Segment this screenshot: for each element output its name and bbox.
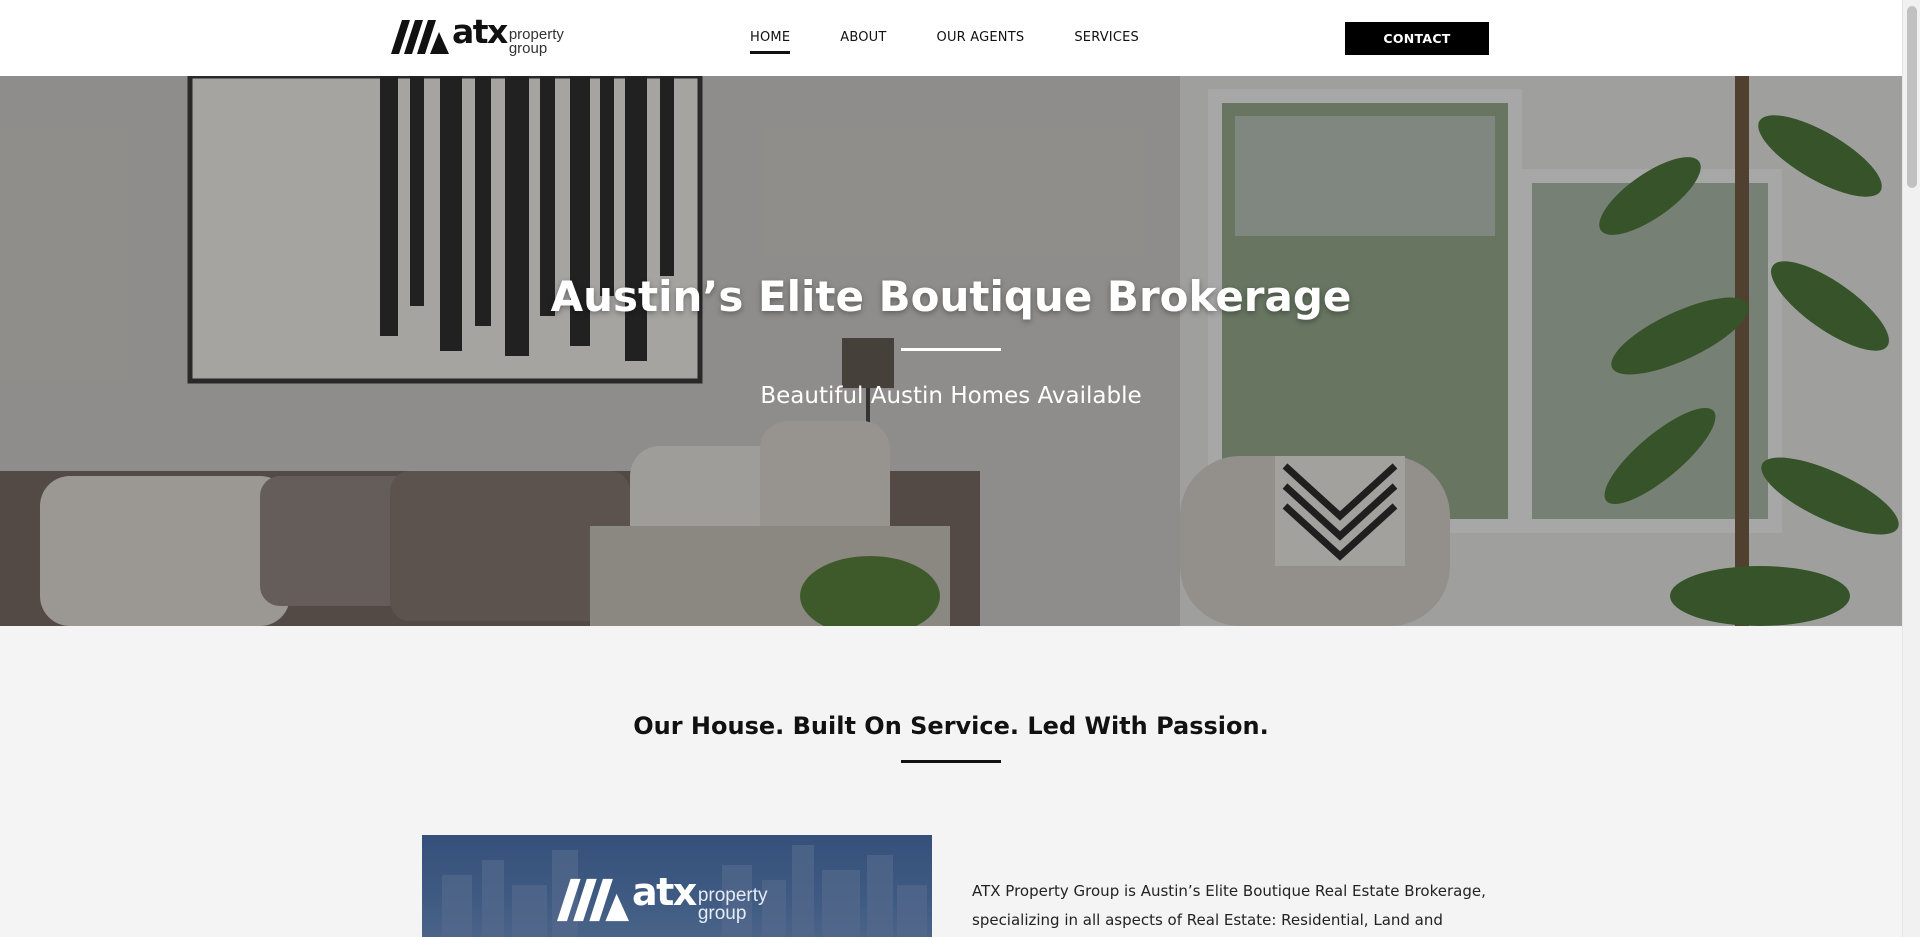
contact-button[interactable]: CONTACT: [1345, 22, 1489, 55]
image-logo-atx-text: atx: [632, 870, 697, 914]
site-logo[interactable]: atx property group: [391, 11, 564, 57]
hero-subtitle: Beautiful Austin Homes Available: [760, 383, 1142, 409]
logo-stripes-icon: [391, 20, 449, 54]
page-scrollbar[interactable]: [1902, 0, 1920, 937]
nav-services[interactable]: SERVICES: [1074, 30, 1139, 47]
nav-our-agents[interactable]: OUR AGENTS: [937, 30, 1025, 47]
logo-stripes-icon: [557, 878, 629, 922]
hero-banner: Austin’s Elite Boutique Brokerage Beauti…: [0, 76, 1902, 626]
nav-home[interactable]: HOME: [750, 30, 791, 54]
about-paragraph: ATX Property Group is Austin’s Elite Bou…: [972, 882, 1486, 929]
site-header: atx property group HOME ABOUT OUR AGENTS…: [0, 0, 1902, 76]
section-heading: Our House. Built On Service. Led With Pa…: [633, 712, 1269, 740]
main-nav: HOME ABOUT OUR AGENTS SERVICES: [750, 0, 1189, 76]
scrollbar-thumb[interactable]: [1907, 6, 1917, 188]
nav-about[interactable]: ABOUT: [840, 30, 886, 47]
logo-atx-text: atx: [452, 11, 508, 51]
logo-group-text: group: [508, 39, 548, 57]
section-divider: [901, 760, 1001, 763]
image-logo-group-text: group: [697, 903, 747, 924]
image-logo: atx property group: [557, 873, 768, 927]
hero-dark-overlay: [0, 76, 1902, 626]
hero-divider: [901, 348, 1001, 351]
hero-title: Austin’s Elite Boutique Brokerage: [550, 272, 1352, 321]
austin-skyline-image: atx property group: [422, 835, 932, 937]
